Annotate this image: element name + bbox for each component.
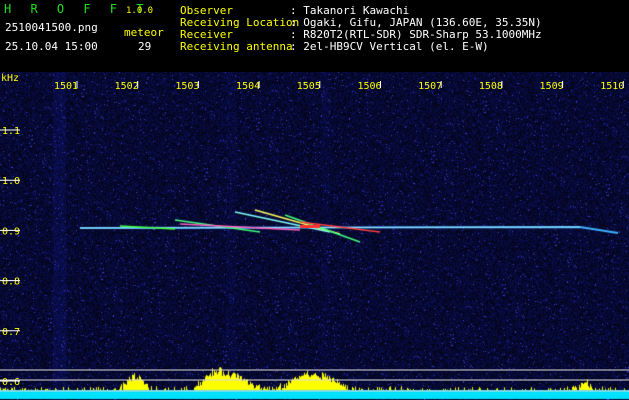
x-tick-label-1502: 1502 <box>115 81 139 92</box>
x-tick-label-1508: 1508 <box>479 81 503 92</box>
x-tick-label-1510: 1510 <box>600 81 624 92</box>
y-tick-label-0.9: 0.9 <box>2 226 20 237</box>
y-tick-label-1.0: 1.0 <box>2 176 20 187</box>
x-tick-label-1506: 1506 <box>357 81 381 92</box>
y-axis-unit: kHz <box>1 73 20 84</box>
y-tick-label-0.6: 0.6 <box>2 377 20 388</box>
x-tick-label-1507: 1507 <box>418 81 442 92</box>
x-tick-label-1505: 1505 <box>297 81 321 92</box>
x-tick-label-1504: 1504 <box>236 81 260 92</box>
y-tick-label-1.1: 1.1 <box>2 126 20 137</box>
y-tick-label-0.7: 0.7 <box>2 327 20 338</box>
y-tick-label-0.8: 0.8 <box>2 277 20 288</box>
x-tick-label-1509: 1509 <box>540 81 564 92</box>
axis-overlay: 1501 1502 1503 1504 1505 1506 1507 1508 1509 1510… <box>0 81 629 392</box>
x-tick-label-1501: 1501 <box>54 81 78 92</box>
x-tick-label-1503: 1503 <box>175 81 199 92</box>
